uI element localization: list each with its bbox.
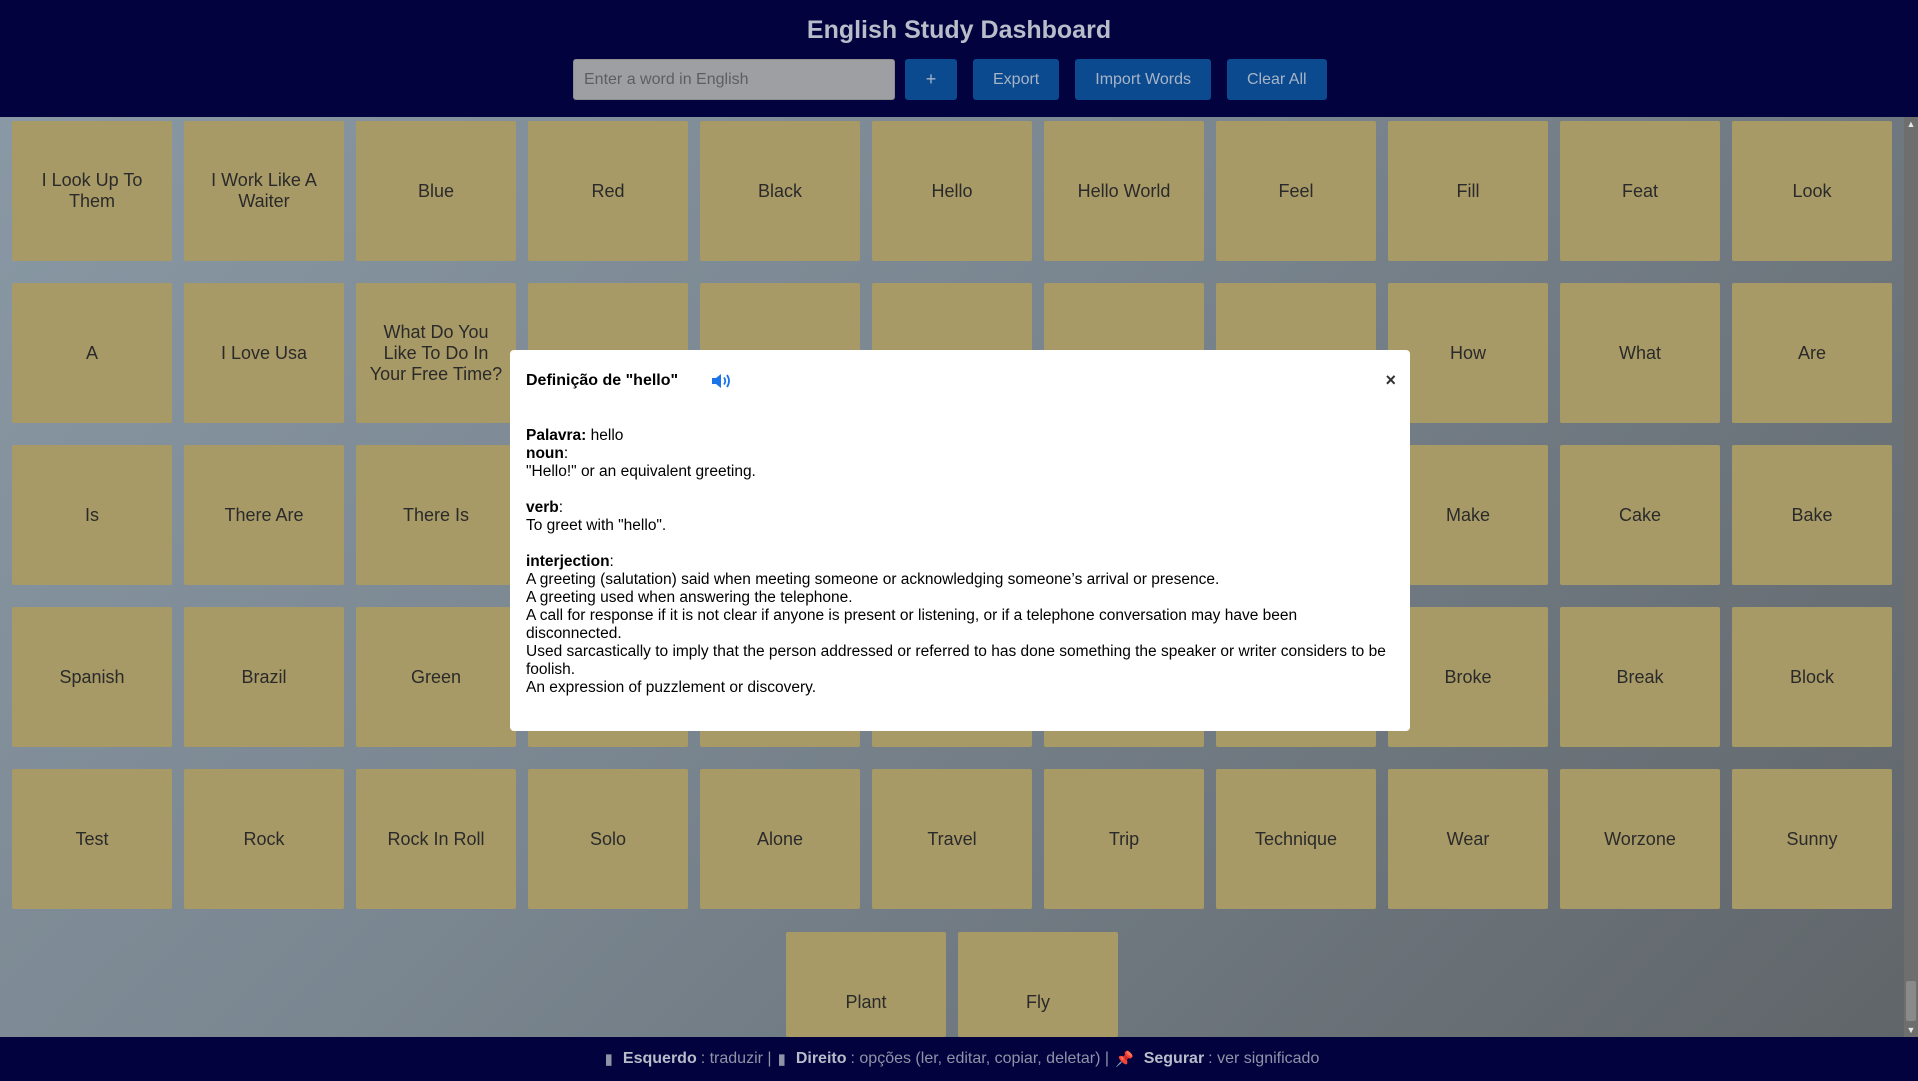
right-click-label: Direito xyxy=(795,1050,847,1067)
word-card[interactable]: There Are xyxy=(184,445,344,585)
word-card[interactable]: Spanish xyxy=(12,607,172,747)
word-card[interactable]: There Is xyxy=(356,445,516,585)
word-line: Palavra: hello xyxy=(526,427,1394,445)
word-card[interactable]: Test xyxy=(12,769,172,909)
word-card[interactable]: I Work Like A Waiter xyxy=(184,121,344,261)
top-bar: English Study Dashboard + Export Import … xyxy=(0,0,1918,117)
word-card[interactable]: What Do You Like To Do In Your Free Time… xyxy=(356,283,516,423)
word-card[interactable]: Hello World xyxy=(1044,121,1204,261)
page-title: English Study Dashboard xyxy=(806,16,1112,44)
word-card[interactable]: Fill xyxy=(1388,121,1548,261)
mouse-icon: ▮ xyxy=(777,1051,786,1068)
word-card[interactable]: How xyxy=(1388,283,1548,423)
pin-icon: 📌 xyxy=(1115,1051,1134,1068)
definition-text: "Hello!" or an equivalent greeting. xyxy=(526,463,756,480)
word-card[interactable]: Solo xyxy=(528,769,688,909)
definition-text: A greeting (salutation) said when meetin… xyxy=(526,571,1220,588)
part-of-speech: verb: xyxy=(526,499,564,516)
word-card[interactable]: Green xyxy=(356,607,516,747)
definition-text: To greet with "hello". xyxy=(526,517,667,534)
scrollbar-thumb[interactable] xyxy=(1906,981,1916,1021)
word-toolbar: + Export Import Words Clear All xyxy=(573,59,1333,100)
import-words-button[interactable]: Import Words xyxy=(1075,59,1211,100)
definition-text: A call for response if it is not clear i… xyxy=(526,607,1298,642)
word-value: hello xyxy=(590,427,624,444)
word-card[interactable]: Rock In Roll xyxy=(356,769,516,909)
export-button[interactable]: Export xyxy=(973,59,1060,100)
hold-desc: : ver significado xyxy=(1208,1050,1320,1067)
word-card[interactable]: Hello xyxy=(872,121,1032,261)
word-card[interactable]: Look xyxy=(1732,121,1892,261)
definition-text: Used sarcastically to imply that the per… xyxy=(526,643,1386,678)
definition-text: A greeting used when answering the telep… xyxy=(526,589,853,606)
scroll-down-icon[interactable]: ▼ xyxy=(1904,1023,1918,1037)
help-bar: ▮ Esquerdo : traduzir | ▮ Direito : opçõ… xyxy=(0,1037,1918,1081)
word-card[interactable]: Rock xyxy=(184,769,344,909)
word-card[interactable]: Cake xyxy=(1560,445,1720,585)
word-card[interactable]: Are xyxy=(1732,283,1892,423)
hold-label: Segurar xyxy=(1143,1050,1205,1067)
clear-all-button[interactable]: Clear All xyxy=(1226,59,1327,100)
part-of-speech-label: verb xyxy=(526,499,559,516)
word-input[interactable] xyxy=(573,59,895,100)
word-card[interactable]: Travel xyxy=(872,769,1032,909)
left-click-label: Esquerdo xyxy=(622,1050,697,1067)
part-of-speech: noun: xyxy=(526,445,569,462)
word-card[interactable]: What xyxy=(1560,283,1720,423)
word-card[interactable]: Red xyxy=(528,121,688,261)
word-card[interactable]: Wear xyxy=(1388,769,1548,909)
word-card[interactable]: Broke xyxy=(1388,607,1548,747)
part-of-speech: interjection: xyxy=(526,553,614,570)
word-card[interactable]: Feel xyxy=(1216,121,1376,261)
definition-dialog: Definição de "hello" × Palavra: hello no… xyxy=(510,350,1410,731)
word-card[interactable]: Blue xyxy=(356,121,516,261)
word-card[interactable]: Is xyxy=(12,445,172,585)
dialog-title: Definição de "hello" xyxy=(526,372,679,389)
scrollbar[interactable]: ▲ ▼ xyxy=(1904,117,1918,1037)
word-card[interactable]: Brazil xyxy=(184,607,344,747)
part-of-speech-label: noun xyxy=(526,445,564,462)
word-card[interactable]: I Love Usa xyxy=(184,283,344,423)
right-click-desc: : opções (ler, editar, copiar, deletar) … xyxy=(850,1050,1110,1067)
word-card[interactable]: Technique xyxy=(1216,769,1376,909)
word-card[interactable]: Fly xyxy=(958,932,1118,1037)
word-card[interactable]: Trip xyxy=(1044,769,1204,909)
part-of-speech-label: interjection xyxy=(526,553,610,570)
word-card[interactable]: Plant xyxy=(786,932,946,1037)
word-card[interactable]: Black xyxy=(700,121,860,261)
word-card[interactable]: I Look Up To Them xyxy=(12,121,172,261)
scroll-up-icon[interactable]: ▲ xyxy=(1904,117,1918,131)
add-word-button[interactable]: + xyxy=(905,59,957,100)
word-card[interactable]: Alone xyxy=(700,769,860,909)
word-card[interactable]: Break xyxy=(1560,607,1720,747)
definition-text: An expression of puzzlement or discovery… xyxy=(526,679,817,696)
word-card[interactable]: Make xyxy=(1388,445,1548,585)
word-card[interactable]: Feat xyxy=(1560,121,1720,261)
word-card[interactable]: A xyxy=(12,283,172,423)
speaker-icon[interactable] xyxy=(710,371,734,391)
mouse-icon: ▮ xyxy=(604,1051,613,1068)
word-card[interactable]: Worzone xyxy=(1560,769,1720,909)
left-click-desc: : traduzir | xyxy=(700,1050,772,1067)
word-card[interactable]: Bake xyxy=(1732,445,1892,585)
definition-body: Palavra: hello noun: "Hello!" or an equiv… xyxy=(526,427,1394,697)
close-icon[interactable]: × xyxy=(1385,370,1396,391)
word-card[interactable]: Sunny xyxy=(1732,769,1892,909)
word-card[interactable]: Block xyxy=(1732,607,1892,747)
word-label: Palavra: xyxy=(526,427,587,444)
